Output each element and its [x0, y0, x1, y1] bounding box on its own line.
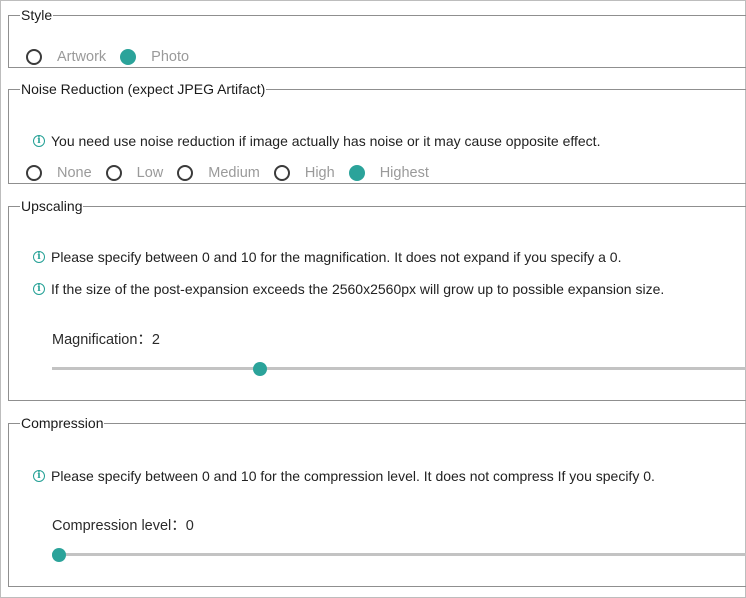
compression-level-label: Compression level：0 — [52, 518, 194, 534]
style-legend: Style — [21, 7, 53, 23]
upscaling-info-text: If the size of the post-expansion exceed… — [51, 281, 665, 297]
magnification-slider[interactable] — [52, 361, 746, 377]
upscaling-info-text: Please specify between 0 and 10 for the … — [51, 249, 622, 265]
radio-unchecked-icon — [177, 165, 194, 181]
upscaling-info-size-limit: i If the size of the post-expansion exce… — [33, 281, 664, 297]
info-circle-icon: i — [33, 251, 45, 263]
noise-option-low[interactable]: Low — [105, 165, 178, 181]
radio-unchecked-icon — [105, 165, 122, 181]
noise-option-highest[interactable]: Highest — [348, 165, 443, 181]
compression-info: i Please specify between 0 and 10 for th… — [33, 468, 655, 484]
radio-checked-icon — [348, 165, 365, 181]
info-circle-icon: i — [33, 283, 45, 295]
noise-reduction-legend: Noise Reduction (expect JPEG Artifact) — [21, 81, 266, 97]
radio-unchecked-icon — [273, 165, 290, 181]
magnification-label: Magnification：2 — [52, 332, 160, 348]
noise-option-label: None — [57, 165, 92, 181]
noise-option-medium[interactable]: Medium — [177, 165, 274, 181]
compression-legend: Compression — [21, 415, 104, 431]
style-group: Style Artwork Photo — [8, 7, 746, 68]
compression-slider[interactable] — [52, 547, 746, 563]
upscaling-legend: Upscaling — [21, 198, 83, 214]
noise-radio-group: None Low Medium High Highest — [26, 165, 443, 181]
noise-option-none[interactable]: None — [26, 165, 106, 181]
slider-track — [52, 367, 746, 370]
style-option-label: Artwork — [57, 49, 107, 65]
slider-track — [52, 553, 746, 556]
radio-unchecked-icon — [26, 49, 42, 65]
radio-checked-icon — [120, 49, 137, 65]
style-option-artwork[interactable]: Artwork — [26, 49, 120, 65]
noise-option-label: Highest — [379, 165, 429, 181]
noise-info-text: You need use noise reduction if image ac… — [51, 133, 601, 149]
style-option-photo[interactable]: Photo — [120, 49, 203, 65]
radio-unchecked-icon — [26, 165, 42, 181]
noise-info: i You need use noise reduction if image … — [33, 133, 600, 149]
slider-thumb[interactable] — [252, 362, 267, 376]
upscaling-info-magnification: i Please specify between 0 and 10 for th… — [33, 249, 621, 265]
compression-info-text: Please specify between 0 and 10 for the … — [51, 468, 655, 484]
noise-option-label: High — [304, 165, 335, 181]
upscaling-group: Upscaling i Please specify between 0 and… — [8, 198, 746, 401]
style-option-label: Photo — [151, 49, 190, 65]
noise-reduction-group: Noise Reduction (expect JPEG Artifact) i… — [8, 81, 746, 184]
compression-group: Compression i Please specify between 0 a… — [8, 415, 746, 587]
noise-option-label: Medium — [208, 165, 260, 181]
info-circle-icon: i — [33, 470, 45, 482]
noise-option-label: Low — [136, 165, 164, 181]
noise-option-high[interactable]: High — [273, 165, 349, 181]
slider-thumb[interactable] — [52, 548, 66, 562]
info-circle-icon: i — [33, 135, 45, 147]
style-radio-group: Artwork Photo — [26, 49, 203, 65]
